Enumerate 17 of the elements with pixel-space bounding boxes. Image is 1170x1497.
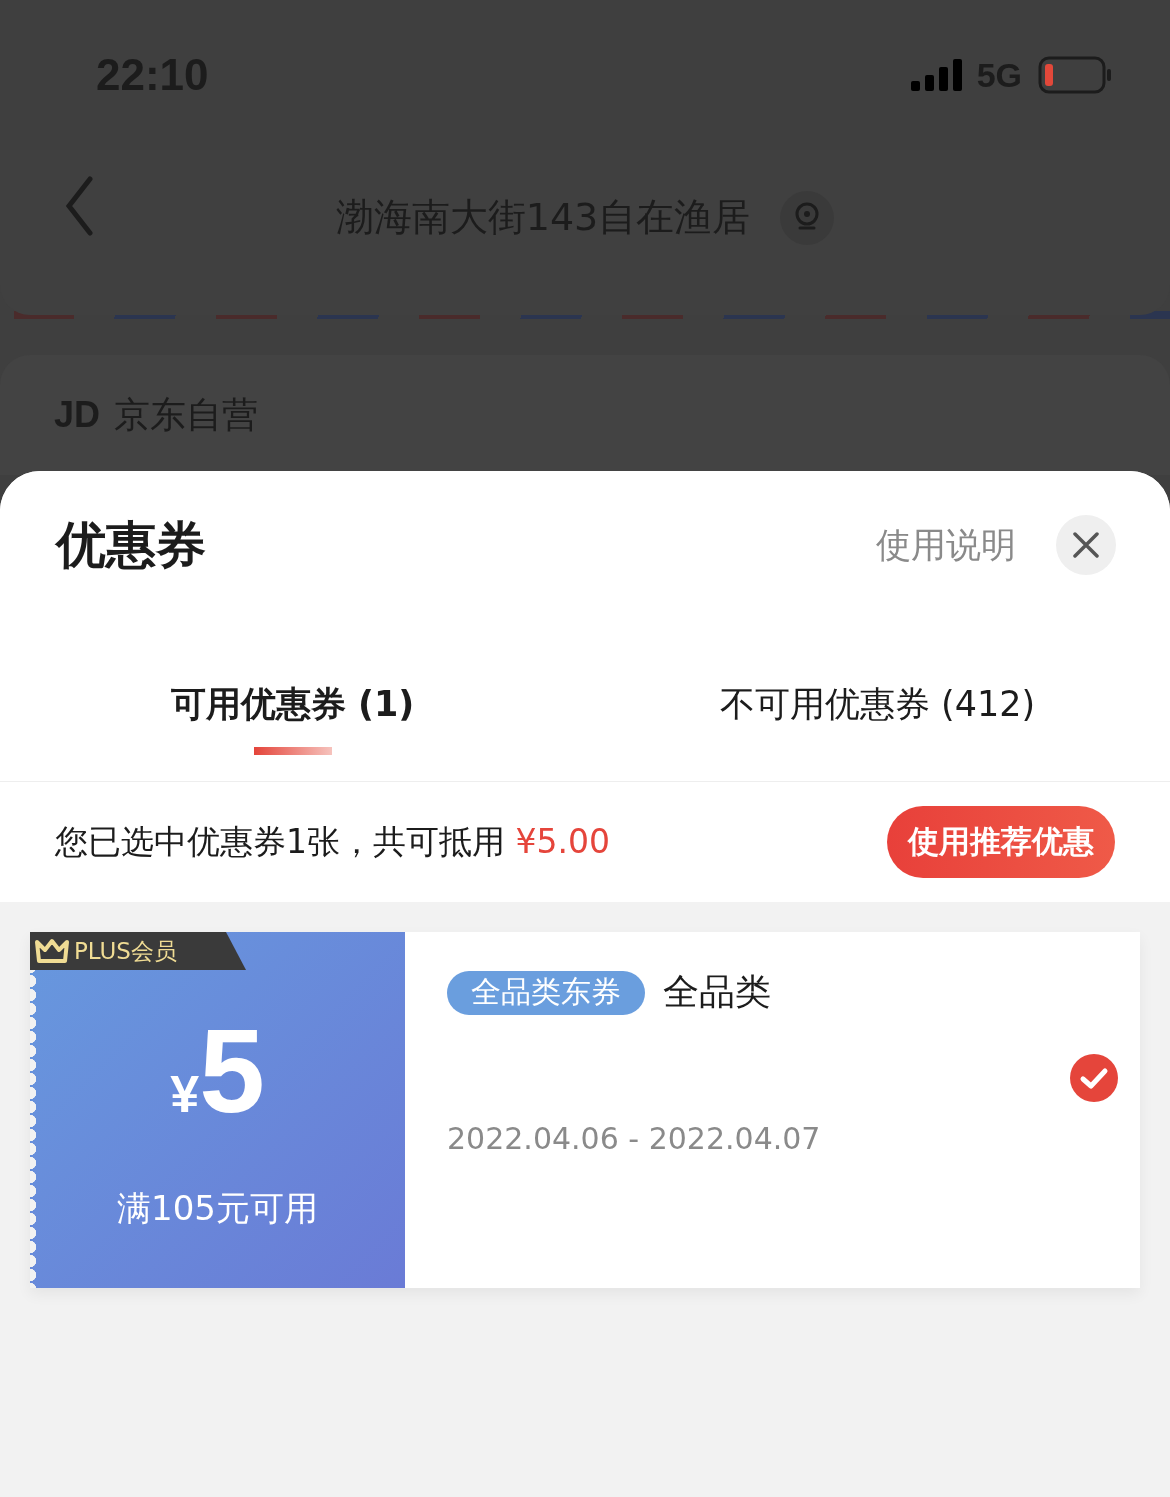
crown-icon (34, 938, 70, 964)
coupon-scope: 全品类 (663, 970, 771, 1014)
checkmark-icon[interactable] (1070, 1054, 1118, 1102)
selection-summary: 您已选中优惠券1张，共可抵用 ¥5.00 (55, 820, 611, 863)
coupon-tag: 全品类东券 (447, 970, 645, 1015)
battery-icon (1038, 56, 1112, 94)
close-icon (1073, 532, 1099, 558)
coupon-tab[interactable]: 不可用优惠券 (412) (585, 627, 1170, 781)
coupon-validity: 2022.04.06 - 2022.04.07 (447, 1121, 822, 1156)
coupon-amount: 5 (199, 1012, 265, 1130)
currency-symbol: ¥ (170, 1065, 200, 1124)
member-badge: PLUS会员 (30, 932, 246, 970)
coupon-condition: 满105元可用 (117, 1187, 318, 1230)
recommend-button[interactable]: 使用推荐优惠 (887, 806, 1115, 878)
signal-icon (910, 59, 963, 91)
coupon-tab[interactable]: 可用优惠券 (1) (0, 627, 585, 781)
sheet-title: 优惠券 (56, 514, 207, 576)
